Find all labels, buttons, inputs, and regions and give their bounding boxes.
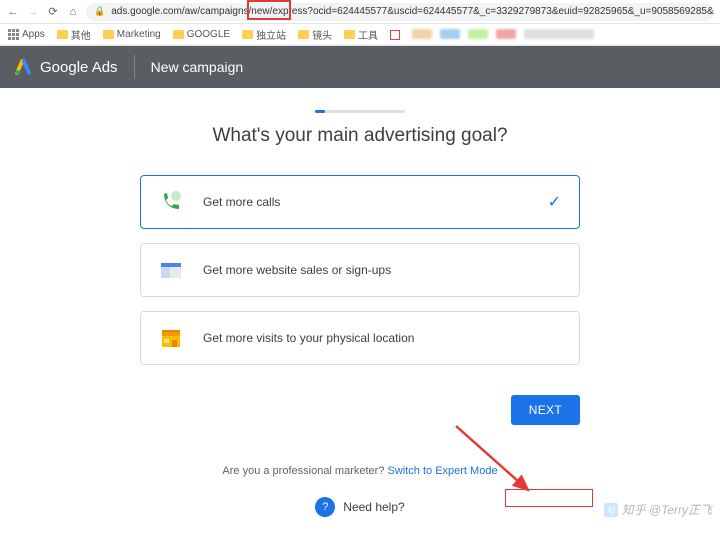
url-text: ads.google.com/aw/campaigns/new/express?… [111, 6, 714, 17]
folder-icon [173, 30, 184, 39]
lock-icon: 🔒 [94, 6, 105, 17]
next-button[interactable]: NEXT [511, 395, 580, 425]
main-question: What's your main advertising goal? [0, 125, 720, 147]
bookmark-folder-6[interactable]: 工具 [344, 27, 378, 42]
watermark: 知 知乎 @Terry正飞 [604, 501, 712, 518]
google-ads-header: Google Ads New campaign [0, 46, 720, 88]
folder-icon [298, 30, 309, 39]
bookmark-folder-2[interactable]: Marketing [103, 29, 161, 40]
blurred-bookmarks [412, 29, 712, 41]
apps-icon [8, 29, 19, 40]
phone-icon [159, 190, 183, 214]
bookmark-folder-3[interactable]: GOOGLE [173, 29, 230, 40]
help-label: Need help? [343, 500, 404, 514]
google-ads-logo-icon [14, 58, 32, 76]
next-row: NEXT [140, 395, 580, 425]
goal-option-calls[interactable]: Get more calls ✓ [140, 175, 580, 229]
address-bar[interactable]: 🔒 ads.google.com/aw/campaigns/new/expres… [86, 3, 714, 21]
bookmark-folder-4[interactable]: 独立站 [242, 27, 286, 42]
forward-icon[interactable]: → [26, 5, 40, 19]
bookmark-extra[interactable] [390, 30, 400, 40]
folder-icon [242, 30, 253, 39]
page-title: New campaign [151, 59, 244, 75]
back-icon[interactable]: ← [6, 5, 20, 19]
header-divider [134, 55, 135, 79]
browser-nav-row: ← → ⟳ ⌂ 🔒 ads.google.com/aw/campaigns/ne… [0, 0, 720, 24]
bookmark-folder-1[interactable]: 其他 [57, 27, 91, 42]
goal-option-location[interactable]: Get more visits to your physical locatio… [140, 311, 580, 365]
check-icon: ✓ [548, 192, 561, 212]
google-ads-logo[interactable]: Google Ads [14, 58, 118, 76]
folder-icon [103, 30, 114, 39]
grid-icon [390, 30, 400, 40]
goal-label: Get more visits to your physical locatio… [203, 331, 414, 345]
bookmarks-bar: Apps 其他 Marketing GOOGLE 独立站 镜头 工具 [0, 24, 720, 46]
switch-expert-link[interactable]: Switch to Expert Mode [388, 465, 498, 477]
website-icon [159, 258, 183, 282]
switch-mode-row: Are you a professional marketer? Switch … [0, 465, 720, 477]
goal-label: Get more website sales or sign-ups [203, 263, 391, 277]
product-name: Google Ads [40, 59, 118, 76]
progress-bar [315, 110, 405, 113]
goal-options: Get more calls ✓ Get more website sales … [140, 175, 580, 365]
progress-container [0, 110, 720, 113]
reload-icon[interactable]: ⟳ [46, 5, 60, 19]
folder-icon [344, 30, 355, 39]
goal-label: Get more calls [203, 195, 280, 209]
folder-icon [57, 30, 68, 39]
help-bubble-icon[interactable]: ? [315, 497, 335, 517]
store-icon [159, 326, 183, 350]
switch-prompt: Are you a professional marketer? [222, 465, 384, 477]
apps-button[interactable]: Apps [8, 29, 45, 40]
goal-option-website[interactable]: Get more website sales or sign-ups [140, 243, 580, 297]
home-icon[interactable]: ⌂ [66, 5, 80, 19]
bookmark-folder-5[interactable]: 镜头 [298, 27, 332, 42]
